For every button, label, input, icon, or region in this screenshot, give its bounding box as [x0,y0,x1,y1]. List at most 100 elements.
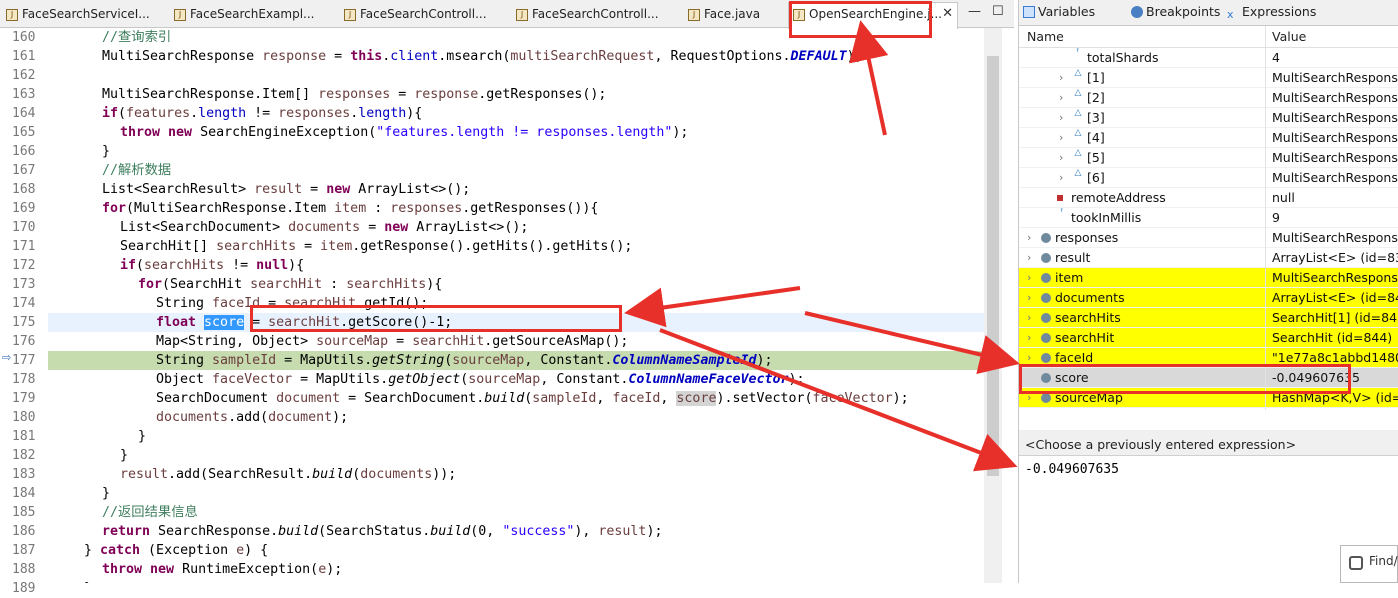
code-line[interactable]: } [48,484,984,503]
chevron-right-icon[interactable]: › [1027,328,1031,347]
code-line[interactable]: MultiSearchResponse.Item[] responses = r… [48,85,984,104]
editor-scrollbar[interactable] [984,28,1002,583]
tab-expressions[interactable]: x Expressions [1227,4,1316,21]
line-number: 163 [12,87,36,102]
code-line[interactable]: if(features.length != responses.length){ [48,104,984,123]
chevron-right-icon[interactable]: › [1059,128,1063,147]
code-line[interactable]: SearchHit[] searchHits = item.getRespons… [48,237,984,256]
variable-row-item[interactable]: › item MultiSearchResponse$ [1019,268,1398,288]
code-line[interactable]: return SearchResponse.build(SearchStatus… [48,522,984,541]
chevron-right-icon[interactable]: › [1059,88,1063,107]
chevron-right-icon[interactable]: › [1027,288,1031,307]
expressions-icon: x [1227,8,1234,21]
editor-tab[interactable]: J FaceSearchControll... [340,3,505,27]
code-line[interactable]: throw new SearchEngineException("feature… [48,123,984,142]
chevron-right-icon[interactable]: › [1059,108,1063,127]
variable-row-searchHit[interactable]: › searchHit SearchHit (id=844) [1019,328,1398,348]
code-line[interactable]: List<SearchDocument> documents = new Arr… [48,218,984,237]
code-line[interactable] [48,66,984,85]
variable-row-2[interactable]: › △ [2] MultiSearchResponse$ [1019,88,1398,108]
editor-tab[interactable]: J FaceSearchServiceI... [2,3,162,27]
chevron-right-icon[interactable]: › [1059,68,1063,87]
code-line[interactable]: for(MultiSearchResponse.Item item : resp… [48,199,984,218]
local-variable-icon [1041,313,1051,323]
chevron-right-icon[interactable]: › [1059,148,1063,167]
variable-row-5[interactable]: › △ [5] MultiSearchResponse$ [1019,148,1398,168]
java-file-icon: J [174,9,186,21]
editor-tab[interactable]: J Face.java [684,3,784,27]
tab-variables[interactable]: Variables [1023,4,1095,19]
name-column-header[interactable]: Name [1027,29,1064,44]
variable-row-4[interactable]: › △ [4] MultiSearchResponse$ [1019,128,1398,148]
code-line[interactable]: for(SearchHit searchHit : searchHits){ [48,275,984,294]
variable-row-totalShards[interactable]: ᶠ totalShards 4 [1019,48,1398,68]
code-line[interactable]: throw new RuntimeException(e); [48,560,984,579]
line-number: 175 [12,315,36,330]
code-line[interactable]: List<SearchResult> result = new ArrayLis… [48,180,984,199]
local-variable-icon [1041,353,1051,363]
code-line[interactable]: //解析数据 [48,161,984,180]
variable-row-1[interactable]: › △ [1] MultiSearchResponse$ [1019,68,1398,88]
code-line[interactable]: result.add(SearchResult.build(documents)… [48,465,984,484]
find-widget[interactable]: Find/ [1340,545,1398,583]
code-line[interactable]: SearchDocument document = SearchDocument… [48,389,984,408]
variable-name: documents [1055,290,1125,305]
line-number-gutter: 160 161 162 163 164 165 166 167 168 169 … [0,28,48,596]
variable-value: MultiSearchResponse$ [1272,110,1398,125]
line-number: 182 [12,448,36,463]
scrollbar-thumb[interactable] [987,56,999,476]
variable-value: ArrayList<E> (id=833 [1272,250,1398,265]
tab-breakpoints[interactable]: Breakpoints [1131,4,1220,19]
view-tab-bar: Variables Breakpoints x Expressions [1019,0,1398,26]
variable-name: responses [1055,230,1119,245]
code-line[interactable]: documents.add(document); [48,408,984,427]
code-line-current-execution[interactable]: String sampleId = MapUtils.getString(sou… [48,351,984,370]
variable-value: 4 [1272,50,1280,65]
line-number: 162 [12,68,36,83]
line-number: 167 [12,163,36,178]
variable-row-searchHits[interactable]: › searchHits SearchHit[1] (id=843) [1019,308,1398,328]
code-line[interactable]: if(searchHits != null){ [48,256,984,275]
variable-name: searchHits [1055,310,1121,325]
chevron-right-icon[interactable]: › [1059,168,1063,187]
local-variable-icon [1041,273,1051,283]
variable-row-documents[interactable]: › documents ArrayList<E> (id=842 [1019,288,1398,308]
value-column-header[interactable]: Value [1272,29,1306,44]
chevron-right-icon[interactable]: › [1027,308,1031,327]
variable-row-6[interactable]: › △ [6] MultiSearchResponse$ [1019,168,1398,188]
code-line[interactable]: } catch (Exception e) { [48,541,984,560]
variable-value: MultiSearchResponse$ [1272,90,1398,105]
code-line[interactable]: } [48,446,984,465]
variable-row-responses[interactable]: › responses MultiSearchResponse$ [1019,228,1398,248]
variable-row-remoteAddress[interactable]: remoteAddress null [1019,188,1398,208]
close-tab-icon[interactable]: ✕ [942,6,953,21]
editor-tab[interactable]: J FaceSearchExampl... [170,3,330,27]
code-line[interactable]: } [48,427,984,446]
local-variable-icon [1041,393,1051,403]
chevron-right-icon[interactable]: › [1027,228,1031,247]
chevron-right-icon[interactable]: › [1027,248,1031,267]
editor-tab[interactable]: J FaceSearchControll... [512,3,677,27]
expression-combo[interactable]: <Choose a previously entered expression> [1019,434,1398,456]
variable-row-3[interactable]: › △ [3] MultiSearchResponse$ [1019,108,1398,128]
java-file-icon: J [6,9,18,21]
code-line[interactable]: //返回结果信息 [48,503,984,522]
array-element-icon: △ [1074,88,1082,98]
line-number: 178 [12,372,36,387]
java-file-icon: J [516,9,528,21]
code-line[interactable]: Map<String, Object> sourceMap = searchHi… [48,332,984,351]
code-editor[interactable]: J FaceSearchServiceI... J FaceSearchExampl… [0,0,1014,596]
local-variable-icon [1041,233,1051,243]
variable-row-result[interactable]: › result ArrayList<E> (id=833 [1019,248,1398,268]
column-divider[interactable] [1265,26,1266,410]
code-line[interactable]: Object faceVector = MapUtils.getObject(s… [48,370,984,389]
code-line[interactable]: } [48,579,984,583]
variable-row-tookInMillis[interactable]: ᶠ tookInMillis 9 [1019,208,1398,228]
minimize-icon[interactable]: — [968,4,981,19]
maximize-icon[interactable]: ☐ [992,4,1004,19]
code-line[interactable]: } [48,142,984,161]
line-number: 176 [12,334,36,349]
chevron-right-icon[interactable]: › [1027,268,1031,287]
line-number: 171 [12,239,36,254]
code-line[interactable]: MultiSearchResponse response = this.clie… [48,47,984,66]
